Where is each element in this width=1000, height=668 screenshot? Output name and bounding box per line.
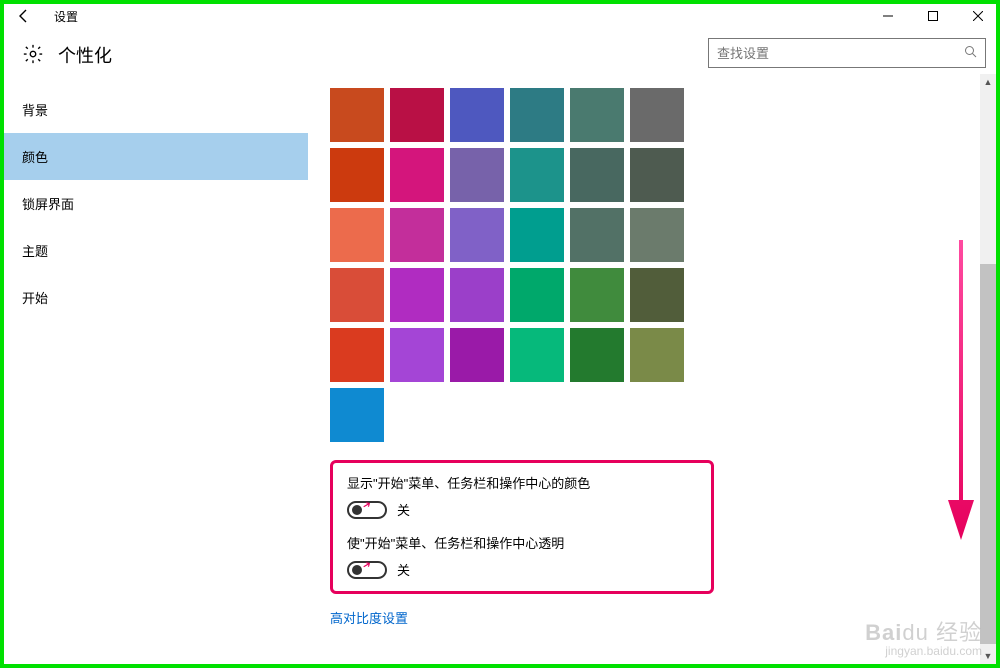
page-title: 个性化 xyxy=(58,42,112,68)
minimize-button[interactable] xyxy=(865,1,910,31)
sidebar-item-label: 颜色 xyxy=(22,150,48,165)
search-icon xyxy=(964,45,977,61)
color-swatch[interactable] xyxy=(630,88,684,142)
sidebar-item-lockscreen[interactable]: 锁屏界面 xyxy=(0,180,308,227)
maximize-button[interactable] xyxy=(910,1,955,31)
annotation-highlight: 显示"开始"菜单、任务栏和操作中心的颜色 ➔ 关 使"开始"菜单、任务栏和操作中… xyxy=(330,460,714,594)
color-swatch[interactable] xyxy=(570,208,624,262)
sidebar-item-start[interactable]: 开始 xyxy=(0,274,308,321)
color-swatch[interactable] xyxy=(510,328,564,382)
color-swatch[interactable] xyxy=(570,268,624,322)
color-swatch[interactable] xyxy=(570,88,624,142)
color-swatch[interactable] xyxy=(570,328,624,382)
color-swatch[interactable] xyxy=(510,148,564,202)
page-header: 个性化 xyxy=(0,32,1000,84)
color-swatch[interactable] xyxy=(450,208,504,262)
color-swatch[interactable] xyxy=(630,328,684,382)
color-swatch[interactable] xyxy=(330,268,384,322)
color-swatch[interactable] xyxy=(330,328,384,382)
color-swatch[interactable] xyxy=(330,88,384,142)
color-swatch[interactable] xyxy=(510,268,564,322)
color-swatch[interactable] xyxy=(450,268,504,322)
color-swatch[interactable] xyxy=(330,208,384,262)
toggle-state: 关 xyxy=(397,560,410,579)
color-swatch[interactable] xyxy=(390,268,444,322)
sidebar-item-label: 开始 xyxy=(22,291,48,306)
color-swatch[interactable] xyxy=(570,148,624,202)
toggle-transparent[interactable]: ➔ xyxy=(347,561,387,579)
color-swatch[interactable] xyxy=(450,148,504,202)
color-swatch[interactable] xyxy=(510,208,564,262)
annotation-arrow-icon xyxy=(948,240,974,543)
sidebar-item-themes[interactable]: 主题 xyxy=(0,227,308,274)
color-swatch[interactable] xyxy=(630,148,684,202)
sidebar-item-background[interactable]: 背景 xyxy=(0,86,308,133)
scrollbar-thumb[interactable] xyxy=(980,264,996,644)
sidebar-item-label: 锁屏界面 xyxy=(22,197,74,212)
color-swatch[interactable] xyxy=(390,88,444,142)
sidebar-item-label: 主题 xyxy=(22,244,48,259)
sidebar: 背景 颜色 锁屏界面 主题 开始 xyxy=(0,84,308,660)
color-swatch[interactable] xyxy=(390,208,444,262)
color-swatch[interactable] xyxy=(330,388,384,442)
search-input[interactable] xyxy=(717,46,964,61)
gear-icon xyxy=(22,43,44,68)
color-swatch[interactable] xyxy=(630,208,684,262)
window-title: 设置 xyxy=(54,8,78,25)
toggle-show-color[interactable]: ➔ xyxy=(347,501,387,519)
back-button[interactable] xyxy=(8,0,40,32)
color-swatch[interactable] xyxy=(330,148,384,202)
color-swatch[interactable] xyxy=(450,88,504,142)
toggle-label-show-color: 显示"开始"菜单、任务栏和操作中心的颜色 xyxy=(347,473,697,492)
color-swatch[interactable] xyxy=(390,148,444,202)
color-swatch[interactable] xyxy=(510,88,564,142)
content-pane: 显示"开始"菜单、任务栏和操作中心的颜色 ➔ 关 使"开始"菜单、任务栏和操作中… xyxy=(308,84,1000,660)
annotation-arrow-icon: ➔ xyxy=(361,498,374,512)
annotation-arrow-icon: ➔ xyxy=(361,558,374,572)
window-titlebar: 设置 xyxy=(0,0,1000,32)
toggle-label-transparent: 使"开始"菜单、任务栏和操作中心透明 xyxy=(347,533,697,552)
color-swatch[interactable] xyxy=(450,328,504,382)
close-button[interactable] xyxy=(955,1,1000,31)
high-contrast-link[interactable]: 高对比度设置 xyxy=(330,608,408,627)
sidebar-item-label: 背景 xyxy=(22,103,48,118)
toggle-state: 关 xyxy=(397,500,410,519)
scrollbar[interactable]: ▲ ▼ xyxy=(980,74,996,664)
scrollbar-down-icon[interactable]: ▼ xyxy=(980,648,996,664)
sidebar-item-colors[interactable]: 颜色 xyxy=(0,133,308,180)
color-swatch[interactable] xyxy=(390,328,444,382)
scrollbar-up-icon[interactable]: ▲ xyxy=(980,74,996,90)
search-box[interactable] xyxy=(708,38,986,68)
color-palette xyxy=(330,88,978,382)
color-swatch[interactable] xyxy=(630,268,684,322)
